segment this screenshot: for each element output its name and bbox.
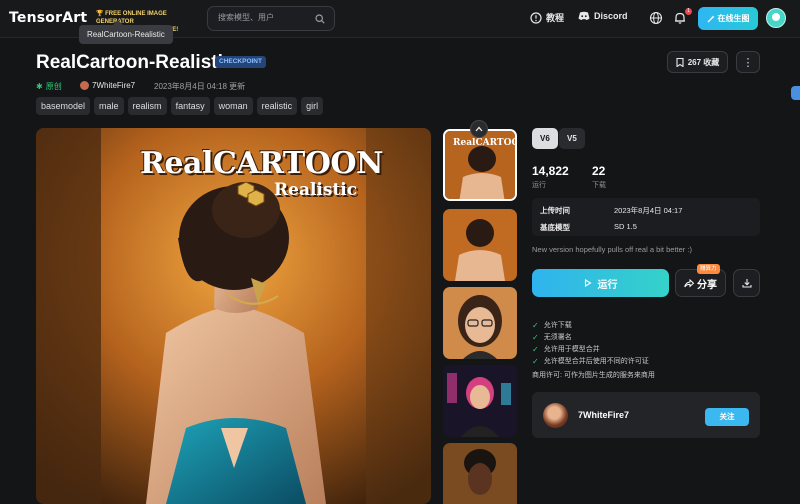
commercial-license: 商用许可: 可作为图片生成的服务来商用 bbox=[532, 372, 655, 379]
tag-item[interactable]: realism bbox=[127, 97, 167, 115]
check-icon: ✓ bbox=[532, 356, 539, 366]
chevron-up-icon bbox=[475, 126, 483, 132]
page-title: RealCartoon-Realistic bbox=[36, 52, 234, 73]
hero-title: RealCARTOON bbox=[140, 146, 383, 181]
nav-discord-label: Discord bbox=[594, 11, 628, 21]
download-icon bbox=[741, 279, 752, 288]
tag-item[interactable]: basemodel bbox=[36, 97, 91, 115]
search-icon[interactable] bbox=[315, 14, 325, 24]
downloads-count: 22 bbox=[592, 164, 606, 178]
main-preview-image[interactable]: RealCARTOON Realistic bbox=[36, 128, 431, 504]
run-button[interactable]: 运行 bbox=[532, 269, 669, 297]
share-icon bbox=[684, 278, 694, 288]
check-icon: ✓ bbox=[532, 332, 539, 342]
discord-icon bbox=[578, 11, 590, 21]
save-label: 267 收藏 bbox=[687, 57, 720, 67]
tag-item[interactable]: woman bbox=[213, 97, 253, 115]
hero-subtitle: Realistic bbox=[274, 180, 358, 200]
nav-tutorial[interactable]: 教程 bbox=[530, 11, 564, 24]
nav-discord[interactable]: Discord bbox=[578, 11, 628, 21]
author-card: 7WhiteFire7 关注 bbox=[532, 392, 760, 438]
permission-item: ✓ 允许下载 bbox=[532, 320, 572, 330]
base-model-key: 基底模型 bbox=[540, 223, 570, 232]
title-tooltip: RealCartoon-Realistic bbox=[79, 20, 173, 44]
create-image-button[interactable]: 在线生图 bbox=[698, 7, 758, 30]
more-vertical-icon: ⋮ bbox=[742, 56, 754, 69]
play-icon bbox=[584, 279, 592, 287]
thumbnail-5[interactable] bbox=[443, 443, 517, 504]
thumbnail-image bbox=[443, 287, 517, 359]
tag-list: basemodel male realism fantasy woman rea… bbox=[36, 97, 324, 115]
runs-label: 运行 bbox=[532, 182, 546, 189]
thumbnail-1[interactable]: RealCARTOON bbox=[443, 129, 517, 201]
upload-time-key: 上传时间 bbox=[540, 206, 570, 215]
check-icon: ✓ bbox=[532, 320, 539, 330]
permission-item: ✓ 无须署名 bbox=[532, 332, 572, 342]
share-reward-badge: 赚算力 bbox=[697, 264, 720, 274]
version-tab-v6[interactable]: V6 bbox=[532, 128, 558, 149]
tag-item[interactable]: fantasy bbox=[170, 97, 210, 115]
thumbnail-2[interactable] bbox=[443, 209, 517, 281]
tag-item[interactable]: girl bbox=[301, 97, 324, 115]
downloads-label: 下载 bbox=[592, 182, 606, 189]
version-description: New version hopefully pulls off real a b… bbox=[532, 245, 692, 254]
share-label: 分享 bbox=[697, 279, 717, 291]
save-button[interactable]: 267 收藏 bbox=[667, 51, 728, 73]
permission-label: 允许用于模型合并 bbox=[543, 346, 600, 353]
permission-label: 无须署名 bbox=[543, 334, 572, 341]
run-label: 运行 bbox=[597, 279, 618, 291]
permission-label: 允许模型合并后使用不同的许可证 bbox=[543, 358, 649, 365]
thumbnail-image bbox=[443, 443, 517, 504]
thumbnail-image bbox=[443, 209, 517, 281]
search-input[interactable] bbox=[218, 13, 308, 22]
notification-badge: 1 bbox=[685, 8, 692, 15]
permission-label: 允许下载 bbox=[543, 322, 572, 329]
permission-item: ✓ 允许模型合并后使用不同的许可证 bbox=[532, 356, 649, 366]
tag-item[interactable]: realistic bbox=[256, 97, 298, 115]
promo-line-1: 🏆 FREE ONLINE IMAGE GENERATOR bbox=[96, 11, 167, 25]
permission-item: ✓ 允许用于模型合并 bbox=[532, 344, 600, 354]
model-type-badge: CHECKPOINT bbox=[215, 56, 266, 68]
globe-icon[interactable] bbox=[649, 11, 663, 25]
original-text: 原创 bbox=[45, 82, 62, 91]
bookmark-icon bbox=[676, 57, 684, 67]
svg-text:RealCARTOON: RealCARTOON bbox=[453, 138, 517, 148]
nav-tutorial-label: 教程 bbox=[546, 13, 565, 23]
thumbnail-scroll-up-button[interactable] bbox=[470, 120, 488, 138]
preview-artwork bbox=[36, 128, 431, 504]
thumbnail-3[interactable] bbox=[443, 287, 517, 359]
author-avatar[interactable] bbox=[543, 403, 568, 428]
create-image-label: 在线生图 bbox=[717, 14, 750, 23]
updated-date: 2023年8月4日 04:18 更新 bbox=[154, 82, 246, 91]
author-name: 7WhiteFire7 bbox=[92, 81, 136, 90]
user-avatar[interactable] bbox=[766, 8, 786, 28]
author-link[interactable]: 7WhiteFire7 bbox=[80, 81, 135, 90]
author-card-name[interactable]: 7WhiteFire7 bbox=[578, 410, 629, 420]
thumbnail-image: RealCARTOON bbox=[445, 131, 517, 199]
check-icon: ✓ bbox=[532, 344, 539, 354]
base-model-value: SD 1.5 bbox=[614, 222, 637, 231]
original-label: ✱ 原创 bbox=[36, 81, 62, 92]
help-circle-icon bbox=[530, 11, 542, 24]
thumbnail-4[interactable] bbox=[443, 365, 517, 437]
version-tab-v5[interactable]: V5 bbox=[559, 128, 585, 149]
search-box[interactable] bbox=[207, 6, 335, 31]
more-options-button[interactable]: ⋮ bbox=[736, 51, 760, 73]
thumbnail-image bbox=[443, 365, 517, 437]
author-mini-avatar bbox=[80, 81, 89, 90]
site-logo[interactable]: TensorArt bbox=[9, 10, 87, 26]
runs-count: 14,822 bbox=[532, 164, 569, 178]
original-badge-icon: ✱ bbox=[36, 82, 43, 91]
wand-icon bbox=[707, 15, 714, 22]
upload-time-value: 2023年8月4日 04:17 bbox=[614, 206, 683, 215]
side-float-widget[interactable] bbox=[791, 86, 800, 100]
download-button[interactable] bbox=[733, 269, 760, 297]
model-info-box: 上传时间 2023年8月4日 04:17 基底模型 SD 1.5 bbox=[532, 198, 760, 236]
tag-item[interactable]: male bbox=[94, 97, 124, 115]
follow-button[interactable]: 关注 bbox=[705, 408, 749, 426]
